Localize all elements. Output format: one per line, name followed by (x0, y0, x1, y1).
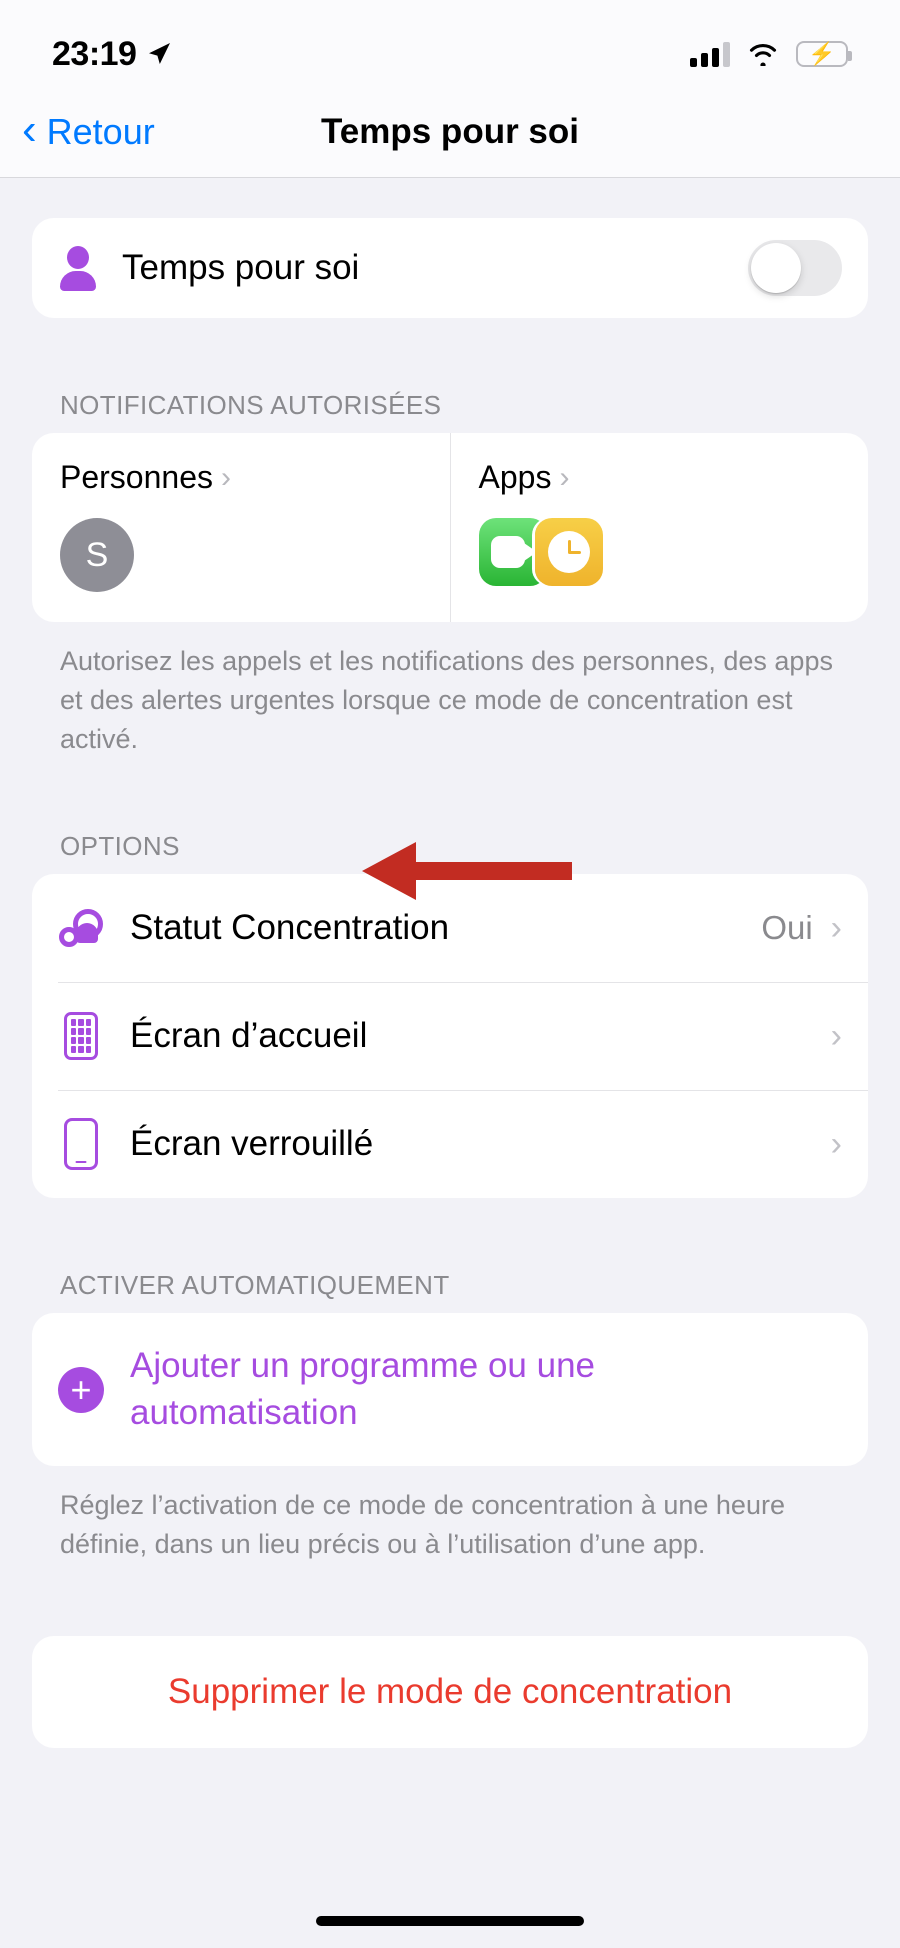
people-label: Personnes (60, 459, 213, 495)
home-screen-grid-icon (58, 1012, 104, 1061)
apps-header: Apps › (479, 459, 841, 496)
chevron-right-icon: › (830, 1016, 842, 1055)
settings-content: Temps pour soi NOTIFICATIONS AUTORISÉES … (0, 178, 900, 1749)
cellular-signal-icon (690, 41, 730, 67)
battery-charging-icon: ⚡ (796, 41, 852, 67)
focus-toggle-switch[interactable] (748, 240, 842, 296)
row-value: Oui (761, 909, 813, 947)
row-label: Statut Concentration (130, 908, 450, 948)
row-label: Écran d’accueil (130, 1016, 368, 1056)
back-button-label: Retour (46, 110, 155, 152)
auto-activate-card: + Ajouter un programme ou une automatisa… (32, 1313, 868, 1466)
back-button[interactable]: ‹ Retour (0, 104, 155, 154)
navigation-bar: ‹ Retour Temps pour soi (0, 86, 900, 178)
row-label: Écran verrouillé (130, 1124, 374, 1164)
status-bar: 23:19 ⚡ (0, 0, 900, 86)
apps-column[interactable]: Apps › (449, 433, 869, 622)
status-bar-clock: 23:19 (52, 34, 137, 73)
home-indicator (316, 1916, 584, 1926)
chevron-right-icon: › (559, 460, 570, 494)
add-schedule-row[interactable]: + Ajouter un programme ou une automatisa… (32, 1313, 868, 1465)
clock-app-icon (534, 518, 603, 586)
avatar-initial: S (85, 535, 109, 574)
person-icon (58, 246, 98, 291)
wifi-icon (749, 44, 777, 66)
plus-circle-icon: + (58, 1366, 104, 1413)
allowed-notifications-card: Personnes › S Apps › (32, 433, 868, 622)
options-card: Statut Concentration Oui › Écran d’accue… (32, 874, 868, 1199)
options-row-focus-status[interactable]: Statut Concentration Oui › (32, 874, 868, 982)
chevron-left-icon: ‹ (22, 104, 37, 154)
auto-activate-section-footer: Réglez l’activation de ce mode de concen… (60, 1489, 785, 1559)
chevron-right-icon: › (220, 460, 231, 494)
switch-knob (751, 243, 801, 293)
focus-toggle-row[interactable]: Temps pour soi (32, 218, 868, 318)
apps-label: Apps (478, 459, 552, 495)
options-section-header: OPTIONS (60, 831, 180, 862)
status-bar-left: 23:19 (52, 35, 172, 74)
options-row-lock-screen[interactable]: Écran verrouillé › (32, 1090, 868, 1198)
auto-activate-section-header: ACTIVER AUTOMATIQUEMENT (60, 1270, 450, 1301)
iphone-screen: 23:19 ⚡ ‹ Retour Temps pour soi Temps po… (0, 0, 900, 1948)
options-row-home-screen[interactable]: Écran d’accueil › (32, 982, 868, 1090)
notifications-section-header: NOTIFICATIONS AUTORISÉES (60, 390, 442, 420)
status-bar-right: ⚡ (690, 41, 852, 67)
focus-toggle-card: Temps pour soi (32, 218, 868, 318)
delete-focus-card: Supprimer le mode de concentration (32, 1636, 868, 1749)
people-header: Personnes › (60, 459, 422, 496)
focus-toggle-label: Temps pour soi (122, 248, 360, 287)
add-schedule-label: Ajouter un programme ou une automatisati… (130, 1346, 595, 1432)
chevron-right-icon: › (830, 1124, 842, 1163)
delete-focus-button[interactable]: Supprimer le mode de concentration (32, 1636, 868, 1748)
allowed-app-icons (478, 518, 841, 586)
people-column[interactable]: Personnes › S (32, 433, 450, 622)
avatar: S (60, 518, 134, 592)
focus-status-icon (58, 909, 104, 948)
location-arrow-icon (149, 43, 171, 64)
lock-screen-phone-icon (58, 1118, 104, 1171)
notifications-section-footer: Autorisez les appels et les notification… (60, 646, 833, 755)
chevron-right-icon: › (830, 908, 842, 947)
